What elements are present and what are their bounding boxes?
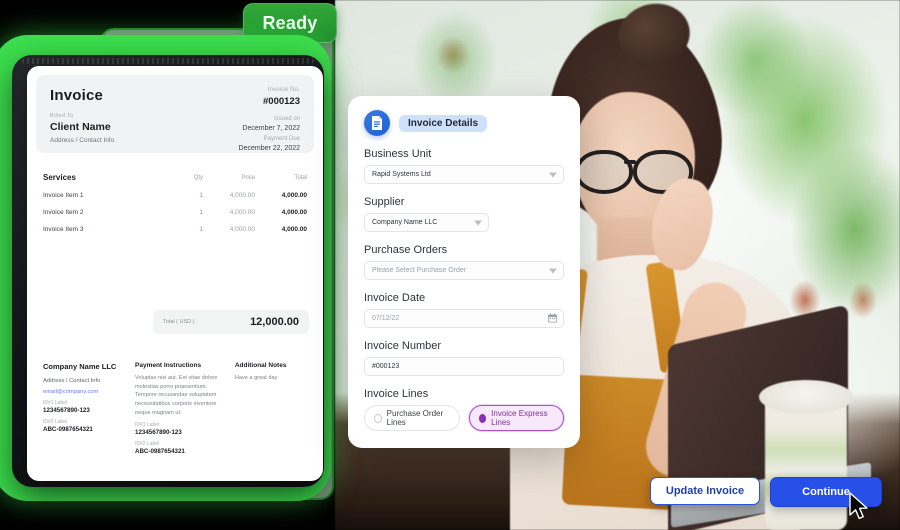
services-table-header: Services Qty Price Total [43, 173, 307, 182]
row-price: 4,000.00 [229, 209, 255, 216]
row-name: Invoice Item 3 [43, 226, 84, 233]
invoice-date-input[interactable]: 07/12/22 [364, 309, 564, 328]
row-name: Invoice Item 2 [43, 209, 84, 216]
coffee-cup-lid [759, 380, 853, 414]
business-unit-value: Rapid Systems Ltd [372, 171, 431, 178]
invoice-date-value: 07/12/22 [372, 315, 400, 322]
footer-pay-id1-value: 1234567890-123 [135, 429, 182, 437]
invoice-lines-label: Invoice Lines [364, 388, 429, 400]
row-price: 4,000.00 [229, 192, 255, 199]
supplier-label: Supplier [364, 196, 405, 208]
form-title-chip: Invoice Details [399, 114, 488, 132]
ready-badge-label: Ready [262, 12, 318, 33]
supplier-select[interactable]: Company Name LLC [364, 213, 489, 232]
radio-dot-icon [374, 413, 382, 423]
row-total: 4,000.00 [281, 209, 307, 216]
chevron-down-icon [549, 268, 557, 273]
row-total: 4,000.00 [281, 226, 307, 233]
business-unit-select[interactable]: Rapid Systems Ltd [364, 165, 564, 184]
invoice-number-input[interactable]: #000123 [364, 357, 564, 376]
row-qty: 1 [199, 226, 203, 233]
radio-invoice-express-lines[interactable]: Invoice Express Lines [468, 405, 564, 431]
issued-on-label: Issued on [273, 116, 300, 122]
device-bezel-texture [22, 58, 314, 64]
row-price: 4,000.00 [229, 226, 255, 233]
services-table: Services Qty Price Total Invoice Item 1 … [43, 173, 307, 233]
table-row: Invoice Item 1 1 4,000.00 4,000.00 [43, 192, 307, 199]
table-row: Invoice Item 3 1 4,000.00 4,000.00 [43, 226, 307, 233]
footer-id1-label: ID#1 Label [43, 400, 68, 407]
invoice-footer: Company Name LLC Address / Contact Info … [43, 362, 309, 455]
business-unit-label: Business Unit [364, 148, 432, 160]
invoice-number-value: #000123 [372, 363, 400, 370]
column-qty: Qty [193, 174, 203, 181]
invoice-number-label: Invoice Number [364, 340, 442, 352]
footer-id2-label: ID#2 Label [43, 419, 68, 426]
row-total: 4,000.00 [281, 192, 307, 199]
purchase-orders-label: Purchase Orders [364, 244, 448, 256]
form-header: Invoice Details [364, 110, 564, 136]
radio-purchase-order-lines[interactable]: Purchase Order Lines [364, 405, 460, 431]
invoice-document: Invoice Invoice No. #000123 Billed To Cl… [27, 66, 323, 481]
client-address: Address / Contact Info [50, 137, 115, 144]
row-qty: 1 [199, 192, 203, 199]
supplier-value: Company Name LLC [372, 219, 438, 226]
footer-additional-notes-column: Additional Notes Have a great day [235, 362, 309, 455]
chevron-down-icon [549, 172, 557, 177]
payment-due-label: Payment Due [263, 136, 300, 142]
invoice-total-row: Total ( USD ) 12,000.00 [153, 310, 309, 334]
invoice-number-value: #000123 [263, 96, 300, 107]
footer-pay-id1-label: ID#1 Label [135, 422, 160, 429]
invoice-document-icon [364, 110, 390, 136]
invoice-details-form: Invoice Details Business Unit Rapid Syst… [348, 96, 580, 448]
footer-payment-instructions-body: Voluptas nisi aut. Est vitae dolore mole… [135, 375, 218, 416]
footer-id2-value: ABC-0987654321 [43, 426, 93, 434]
issued-on-value: December 7, 2022 [242, 125, 300, 132]
table-row: Invoice Item 2 1 4,000.00 4,000.00 [43, 209, 307, 216]
footer-company-name: Company Name LLC [43, 362, 117, 371]
column-total: Total [294, 174, 307, 181]
radio-purchase-order-lines-label: Purchase Order Lines [386, 409, 444, 427]
footer-pay-id2-value: ABC-0987654321 [135, 448, 185, 456]
footer-payment-instructions-column: Payment Instructions Voluptas nisi aut. … [135, 362, 225, 455]
footer-company-address: Address / Contact Info [43, 378, 101, 384]
footer-additional-notes-body: Have a great day [234, 375, 278, 381]
radio-dot-icon [478, 413, 487, 423]
invoice-header: Invoice Invoice No. #000123 Billed To Cl… [36, 75, 314, 153]
update-invoice-button[interactable]: Update Invoice [650, 477, 760, 505]
footer-pay-id2-label: ID#2 Label [135, 441, 160, 448]
footer-company-email[interactable]: email@company.com [43, 389, 125, 395]
invoice-lines-radio-group: Purchase Order Lines Invoice Express Lin… [364, 405, 564, 431]
calendar-icon[interactable] [547, 313, 558, 324]
radio-invoice-express-lines-label: Invoice Express Lines [491, 409, 548, 427]
billed-to-label: Billed To [50, 113, 74, 119]
services-label: Services [43, 173, 76, 182]
invoice-number-label: Invoice No. [267, 87, 300, 93]
invoice-total-label: Total ( USD ) [163, 319, 195, 325]
invoice-total-value: 12,000.00 [250, 316, 299, 328]
purchase-orders-placeholder: Please Select Purchase Order [372, 267, 467, 274]
row-name: Invoice Item 1 [43, 192, 84, 199]
ready-badge: Ready [243, 3, 337, 43]
footer-id1-value: 1234567890-123 [43, 407, 90, 415]
glasses-left-lens [575, 150, 633, 194]
mouse-cursor-icon [848, 492, 870, 522]
row-qty: 1 [199, 209, 203, 216]
footer-payment-instructions-title: Payment Instructions [135, 362, 202, 369]
chevron-down-icon [474, 220, 482, 225]
invoice-date-label: Invoice Date [364, 292, 426, 304]
payment-due-value: December 22, 2022 [238, 145, 300, 152]
column-price: Price [241, 174, 255, 181]
purchase-orders-select[interactable]: Please Select Purchase Order [364, 261, 564, 280]
footer-company-column: Company Name LLC Address / Contact Info … [43, 362, 125, 455]
footer-additional-notes-title: Additional Notes [234, 362, 287, 369]
screenshot-canvas: Ready Invoice Invoice No. #000123 Billed… [0, 0, 900, 530]
